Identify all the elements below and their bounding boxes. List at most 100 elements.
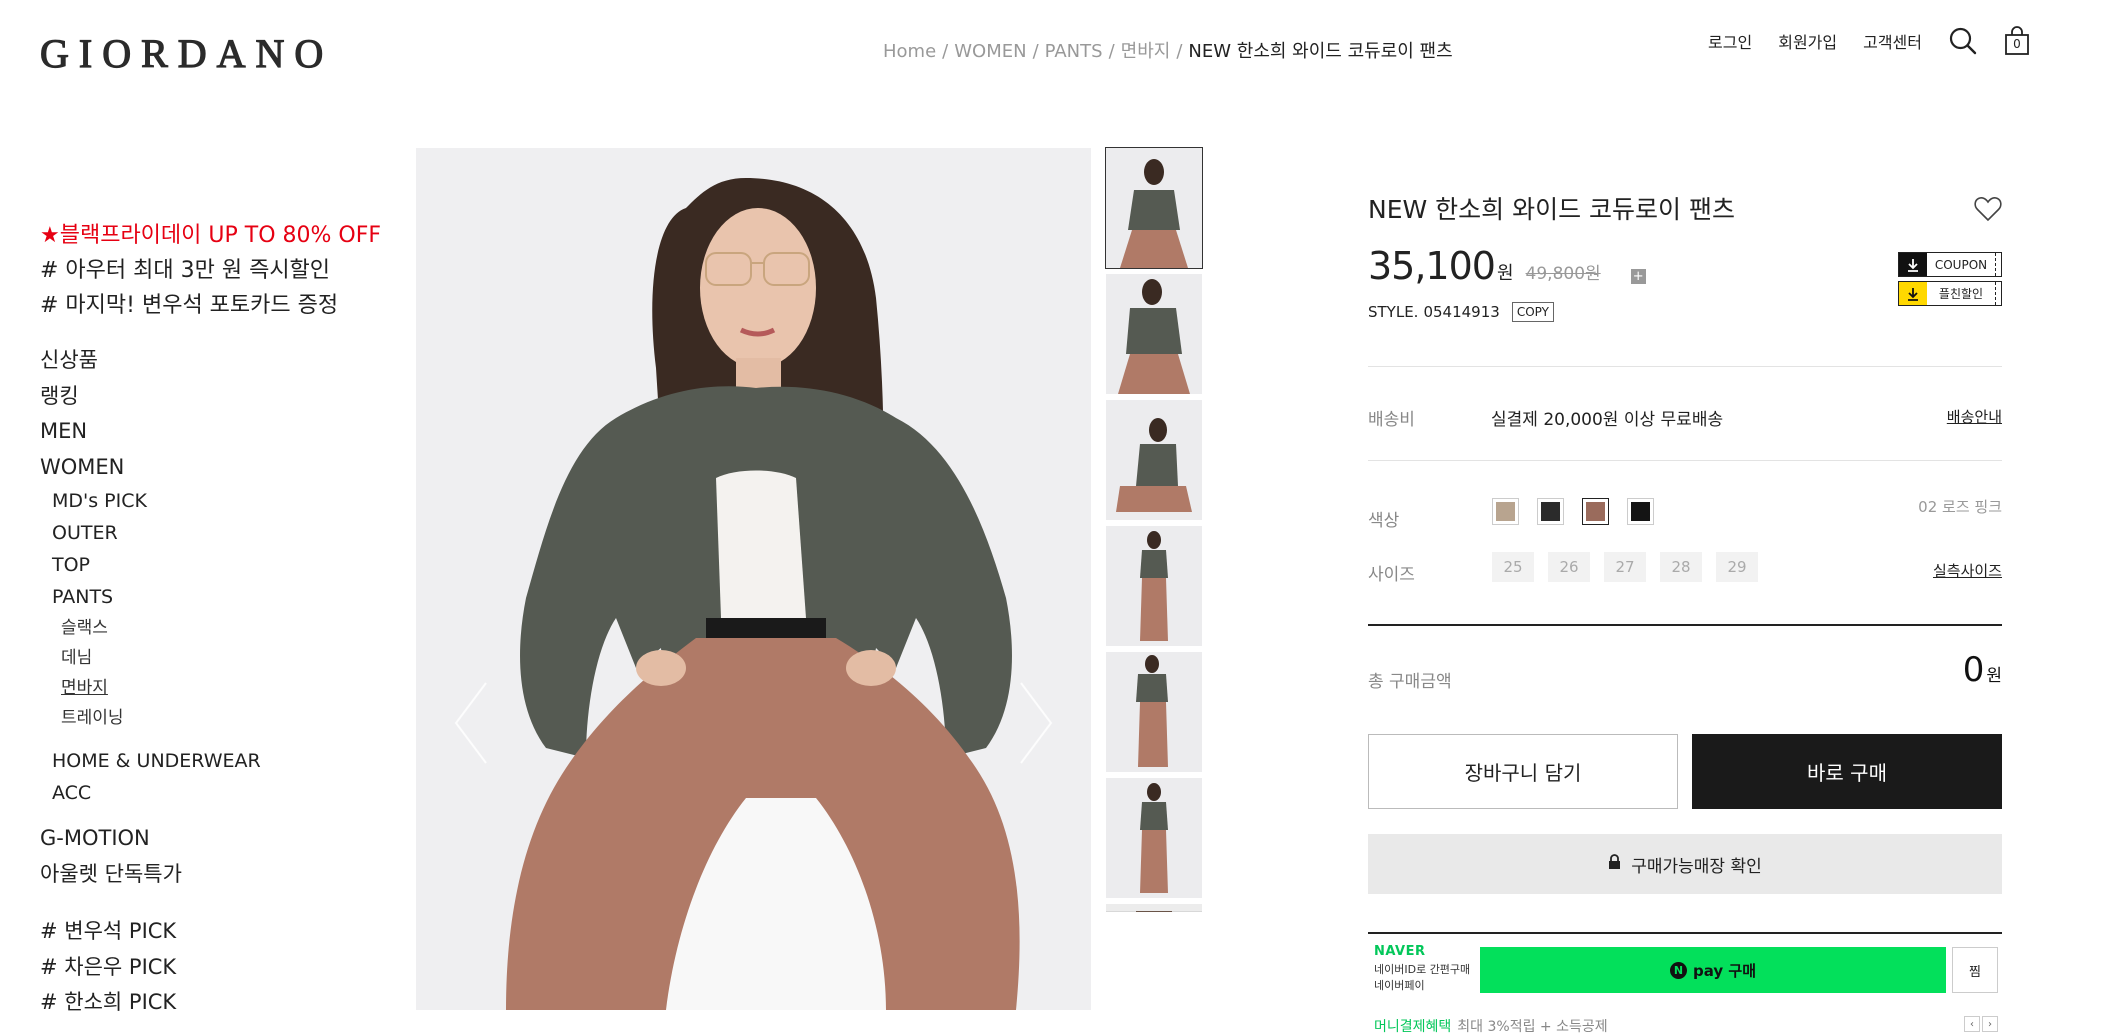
coupon-download-button[interactable]: COUPON [1898, 252, 2002, 277]
search-icon[interactable] [1948, 26, 1978, 56]
naver-desc-line: 네이버페이 [1374, 979, 1425, 992]
naver-pay-label: pay 구매 [1693, 961, 1756, 980]
size-label: 사이즈 [1368, 565, 1415, 585]
total-amount: 0 [1962, 650, 1985, 690]
size-option[interactable]: 25 [1492, 552, 1534, 582]
benefit-pager: ‹ › [1964, 1016, 1998, 1032]
size-option[interactable]: 29 [1716, 552, 1758, 582]
nav-acc[interactable]: ACC [40, 777, 380, 809]
nav-home-underwear[interactable]: HOME & UNDERWEAR [40, 745, 380, 777]
store-availability-button[interactable]: 구매가능매장 확인 [1368, 834, 2002, 894]
naver-wishlist-button[interactable]: 찜 [1952, 947, 1998, 993]
breadcrumb-home[interactable]: Home [883, 41, 936, 62]
original-price: 49,800원 [1525, 264, 1601, 284]
buy-now-button[interactable]: 바로 구매 [1692, 734, 2002, 809]
product-main-image [416, 148, 1091, 1010]
brand-logo[interactable]: GIORDANO [39, 30, 333, 77]
thumbnail-image[interactable] [1105, 147, 1203, 269]
purchase-panel: NEW 한소희 와이드 코듀로이 팬츠 35,100 원 49,800원 + S… [1368, 190, 2002, 1033]
shipping-text: 실결제 20,000원 이상 무료배송 [1491, 410, 1724, 430]
download-icon [1899, 282, 1927, 305]
thumbnail-image[interactable] [1106, 274, 1202, 394]
login-link[interactable]: 로그인 [1708, 29, 1752, 53]
total-label: 총 구매금액 [1368, 672, 1452, 692]
color-swatch[interactable] [1537, 498, 1564, 525]
naver-pay-section: NAVER 네이버ID로 간편구매 네이버페이 N pay 구매 찜 머니결제혜… [1368, 934, 2002, 1033]
download-icon [1899, 253, 1927, 276]
chevron-left-icon[interactable]: ‹ [1964, 1016, 1980, 1032]
breadcrumb-separator: / [942, 41, 949, 62]
shipping-label: 배송비 [1368, 410, 1415, 430]
color-swatch-selected[interactable] [1582, 498, 1609, 525]
breadcrumb-separator: / [1176, 41, 1183, 62]
thumbnail-image[interactable] [1106, 652, 1202, 772]
nav-pants-training[interactable]: 트레이닝 [40, 703, 380, 733]
nav-pants-cotton[interactable]: 면바지 [40, 673, 380, 703]
naver-pay-button[interactable]: N pay 구매 [1480, 947, 1946, 993]
nav-ranking[interactable]: 랭킹 [40, 379, 380, 415]
nav-women-pants[interactable]: PANTS [40, 581, 380, 613]
thumbnail-image[interactable] [1106, 778, 1202, 898]
breadcrumb: Home / WOMEN / PANTS / 면바지 / NEW 한소희 와이드 코듀로이 팬츠 [883, 37, 1453, 63]
divider [1368, 624, 2002, 626]
sale-price: 35,100 [1368, 244, 1496, 288]
benefit-label: 머니결제혜택 [1374, 1019, 1452, 1033]
lock-icon [1608, 853, 1621, 875]
style-code: 05414913 [1423, 303, 1500, 321]
nav-women-mds-pick[interactable]: MD's PICK [40, 485, 380, 517]
color-swatch[interactable] [1627, 498, 1654, 525]
promo-photocard[interactable]: # 마지막! 변우석 포토카드 증정 [40, 288, 380, 323]
breadcrumb-women[interactable]: WOMEN [954, 41, 1026, 62]
breadcrumb-pants[interactable]: PANTS [1045, 41, 1103, 62]
nav-pick-byeon[interactable]: # 변우석 PICK [40, 914, 380, 950]
thumbnail-image[interactable] [1106, 526, 1202, 646]
promo-outer-discount[interactable]: # 아우터 최대 3만 원 즉시할인 [40, 253, 380, 288]
color-swatches [1492, 498, 1654, 525]
breadcrumb-separator: / [1108, 41, 1115, 62]
currency-unit: 원 [1986, 666, 2002, 686]
shipping-info-link[interactable]: 배송안내 [1947, 406, 2002, 427]
style-label: STYLE. [1368, 303, 1419, 321]
nav-pants-denim[interactable]: 데님 [40, 643, 380, 673]
cart-count: 0 [2013, 37, 2021, 51]
nav-outlet[interactable]: 아울렛 단독특가 [40, 857, 380, 893]
thumbnail-image[interactable] [1106, 904, 1202, 912]
nav-new-arrivals[interactable]: 신상품 [40, 343, 380, 379]
size-option[interactable]: 27 [1604, 552, 1646, 582]
heart-icon[interactable] [1974, 196, 2002, 226]
nav-women-top[interactable]: TOP [40, 549, 380, 581]
thumbnail-list [1105, 147, 1203, 918]
naver-logo: NAVER [1374, 944, 1426, 959]
size-chart-link[interactable]: 실측사이즈 [1933, 560, 2002, 581]
nav-women[interactable]: WOMEN [40, 450, 380, 486]
plus-icon[interactable]: + [1630, 269, 1646, 284]
coupon-label: COUPON [1934, 257, 1988, 272]
size-option[interactable]: 26 [1548, 552, 1590, 582]
nav-pick-cha[interactable]: # 차은우 PICK [40, 950, 380, 986]
divider [1368, 366, 2002, 367]
color-swatch[interactable] [1492, 498, 1519, 525]
prev-image-arrow[interactable] [451, 678, 491, 768]
add-to-cart-button[interactable]: 장바구니 담기 [1368, 734, 1678, 809]
breadcrumb-cotton-pants[interactable]: 면바지 [1121, 41, 1171, 62]
breadcrumb-separator: / [1032, 41, 1039, 62]
store-availability-label: 구매가능매장 확인 [1631, 856, 1762, 877]
signup-link[interactable]: 회원가입 [1778, 29, 1837, 53]
cart-icon[interactable]: 0 [2004, 26, 2030, 56]
chevron-right-icon[interactable]: › [1982, 1016, 1998, 1032]
thumbnail-image[interactable] [1106, 400, 1202, 520]
nav-pants-slacks[interactable]: 슬랙스 [40, 613, 380, 643]
plus-friend-coupon-button[interactable]: 플친할인 [1898, 281, 2002, 306]
header-links: 로그인 회원가입 고객센터 0 [1708, 26, 2030, 56]
next-image-arrow[interactable] [1016, 678, 1056, 768]
promo-black-friday[interactable]: ★블랙프라이데이 UP TO 80% OFF [40, 218, 381, 253]
copy-button[interactable]: COPY [1511, 302, 1554, 322]
size-option[interactable]: 28 [1660, 552, 1702, 582]
nav-g-motion[interactable]: G-MOTION [40, 821, 380, 857]
naver-pay-benefit: 머니결제혜택 최대 3%적립 + 소득공제 [1374, 1016, 1608, 1033]
nav-women-outer[interactable]: OUTER [40, 517, 380, 549]
naver-description: 네이버ID로 간편구매 네이버페이 [1374, 962, 1470, 994]
nav-men[interactable]: MEN [40, 414, 380, 450]
support-link[interactable]: 고객센터 [1863, 29, 1922, 53]
nav-pick-han[interactable]: # 한소희 PICK [40, 985, 380, 1021]
